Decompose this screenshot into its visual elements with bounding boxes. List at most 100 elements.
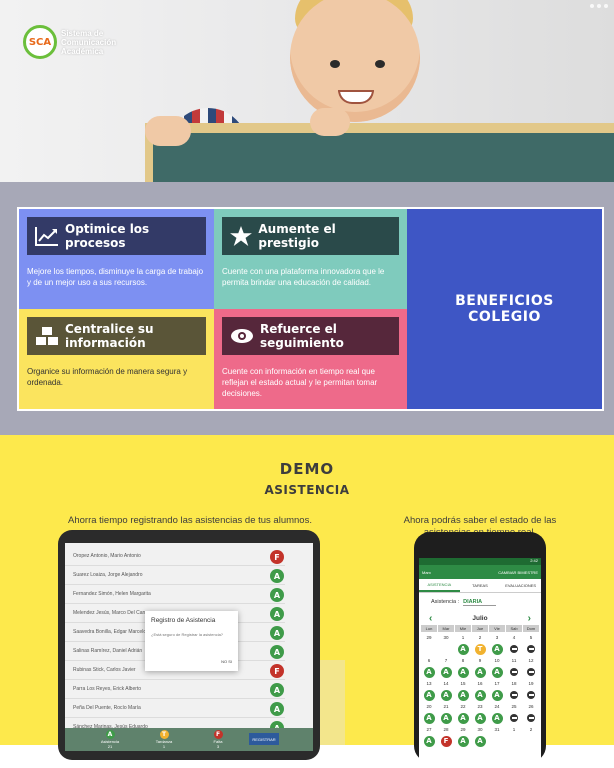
student-row[interactable]: Suarez Loaiza, Jorge Alejandro bbox=[65, 566, 285, 585]
dialog-actions[interactable]: NO SI bbox=[221, 659, 232, 664]
month-label: Julio bbox=[472, 614, 488, 622]
calendar-day[interactable]: 11 bbox=[506, 656, 522, 665]
calendar-day[interactable]: 2 bbox=[472, 633, 488, 642]
calendar-day[interactable]: 30 bbox=[472, 725, 488, 734]
summary-late: T Tardanza 1 bbox=[155, 730, 173, 749]
calendar-day[interactable]: 16 bbox=[472, 679, 488, 688]
register-button[interactable]: REGISTRAR bbox=[249, 733, 279, 745]
benefit-card-optimize: Optimice los procesos Mejore los tiempos… bbox=[19, 209, 214, 309]
calendar-day[interactable]: 2 bbox=[523, 725, 539, 734]
calendar-day[interactable]: 10 bbox=[489, 656, 505, 665]
calendar-day[interactable]: 21 bbox=[438, 702, 454, 711]
menu-dots-icon[interactable] bbox=[590, 4, 608, 8]
cubes-icon bbox=[35, 326, 59, 346]
calendar-day[interactable]: 19 bbox=[523, 679, 539, 688]
attendance-status-badge[interactable]: A bbox=[270, 702, 284, 716]
student-row[interactable]: Oropez Antonio, Mario Antonio bbox=[65, 547, 285, 566]
calendar-day[interactable]: 9 bbox=[472, 656, 488, 665]
attendance-mark: A bbox=[491, 643, 503, 655]
attendance-mark: A bbox=[440, 689, 452, 701]
weekday-header: Lun bbox=[421, 625, 437, 632]
calendar-day[interactable]: 30 bbox=[438, 633, 454, 642]
attendance-mark: A bbox=[440, 712, 452, 724]
no-class-icon bbox=[527, 691, 535, 699]
attendance-mark: A bbox=[474, 666, 486, 678]
day-status bbox=[421, 643, 437, 655]
no-class-icon bbox=[510, 714, 518, 722]
status-bar: 2:42 bbox=[419, 558, 541, 565]
attendance-status-badge[interactable]: A bbox=[270, 588, 284, 602]
benefit-button-tracking[interactable]: Refuerce el seguimiento bbox=[222, 317, 399, 355]
attendance-status-badge[interactable]: A bbox=[270, 645, 284, 659]
calendar-day[interactable]: 18 bbox=[506, 679, 522, 688]
day-status: A bbox=[421, 735, 437, 747]
chevron-right-icon[interactable]: › bbox=[528, 613, 531, 624]
attendance-status-badge[interactable]: A bbox=[270, 626, 284, 640]
attendance-status-badge[interactable]: A bbox=[270, 569, 284, 583]
calendar-day[interactable]: 24 bbox=[489, 702, 505, 711]
student-row[interactable]: Peña Del Puente, Rocío María bbox=[65, 699, 285, 718]
phone-screen: 2:42 Marx CAMBIAR BIMESTRE ASISTENCIA TA… bbox=[419, 558, 541, 768]
calendar-day[interactable]: 1 bbox=[455, 633, 471, 642]
tab-evaluations[interactable]: EVALUACIONES bbox=[500, 579, 541, 592]
demo-subtitle: ASISTENCIA bbox=[264, 483, 350, 497]
benefit-label: Centralice su información bbox=[65, 322, 154, 350]
chevron-left-icon[interactable]: ‹ bbox=[429, 613, 432, 624]
calendar-day[interactable]: 15 bbox=[455, 679, 471, 688]
day-status: A bbox=[472, 735, 488, 747]
calendar-day[interactable]: 20 bbox=[421, 702, 437, 711]
tab-homework[interactable]: TAREAS bbox=[460, 579, 501, 592]
student-row[interactable]: Fernandez Simón, Helen Margarita bbox=[65, 585, 285, 604]
day-status: A bbox=[438, 712, 454, 724]
calendar-day[interactable]: 1 bbox=[506, 725, 522, 734]
calendar-day[interactable]: 14 bbox=[438, 679, 454, 688]
calendar-day[interactable]: 3 bbox=[489, 633, 505, 642]
benefit-button-prestige[interactable]: Aumente el prestigio bbox=[222, 217, 399, 255]
summary-present: A Asistencia 21 bbox=[100, 730, 120, 749]
calendar-day[interactable]: 17 bbox=[489, 679, 505, 688]
attendance-type-select[interactable]: DIARIA bbox=[463, 599, 497, 606]
student-row[interactable]: Parra Los Reyes, Erick Alberto bbox=[65, 680, 285, 699]
chalkboard-image bbox=[145, 123, 614, 182]
calendar-day[interactable]: 12 bbox=[523, 656, 539, 665]
calendar-day[interactable]: 23 bbox=[472, 702, 488, 711]
day-status bbox=[506, 735, 522, 747]
change-term-button[interactable]: CAMBIAR BIMESTRE bbox=[498, 570, 538, 575]
attendance-status-badge[interactable]: A bbox=[270, 683, 284, 697]
calendar-day[interactable]: 13 bbox=[421, 679, 437, 688]
attendance-calendar: Lun Mar Mie Jue Vie Sab Dom 29 30 1 2 3 4 5 A T A 6 7 8 9 10 1… bbox=[419, 625, 541, 747]
calendar-day[interactable]: 7 bbox=[438, 656, 454, 665]
day-status bbox=[523, 712, 539, 724]
attendance-mark: T bbox=[474, 643, 486, 655]
calendar-day[interactable]: 8 bbox=[455, 656, 471, 665]
benefit-button-optimize[interactable]: Optimice los procesos bbox=[27, 217, 206, 255]
calendar-day[interactable]: 26 bbox=[523, 702, 539, 711]
attendance-mark: A bbox=[474, 689, 486, 701]
calendar-day[interactable]: 5 bbox=[523, 633, 539, 642]
calendar-day[interactable]: 29 bbox=[455, 725, 471, 734]
day-status: A bbox=[421, 666, 437, 678]
day-status bbox=[489, 735, 505, 747]
attendance-status-badge[interactable]: F bbox=[270, 664, 284, 678]
dialog-text: ¿Está seguro de Registrar la asistencia? bbox=[151, 632, 224, 637]
calendar-day[interactable]: 25 bbox=[506, 702, 522, 711]
day-status bbox=[523, 735, 539, 747]
calendar-day[interactable]: 29 bbox=[421, 633, 437, 642]
tab-attendance[interactable]: ASISTENCIA bbox=[419, 579, 460, 592]
calendar-day[interactable]: 27 bbox=[421, 725, 437, 734]
summary-absent: F Falta 3 bbox=[213, 730, 223, 749]
calendar-day[interactable]: 28 bbox=[438, 725, 454, 734]
attendance-status-badge[interactable]: F bbox=[270, 550, 284, 564]
attendance-mark: A bbox=[474, 712, 486, 724]
calendar-day[interactable]: 22 bbox=[455, 702, 471, 711]
demo-section: DEMO ASISTENCIA Ahorra tiempo registrand… bbox=[0, 435, 614, 768]
calendar-day[interactable]: 6 bbox=[421, 656, 437, 665]
attendance-status-badge[interactable]: A bbox=[270, 607, 284, 621]
student-name: Oropez Antonio, Mario Antonio bbox=[73, 553, 141, 559]
benefit-button-centralize[interactable]: Centralice su información bbox=[27, 317, 206, 355]
calendar-day[interactable]: 4 bbox=[506, 633, 522, 642]
brand-logo[interactable]: SCA Sistema de Comunicación Académica bbox=[23, 25, 131, 59]
app-name: Marx bbox=[422, 569, 431, 575]
dialog-title: Registro de Asistencia bbox=[151, 617, 216, 624]
calendar-day[interactable]: 31 bbox=[489, 725, 505, 734]
